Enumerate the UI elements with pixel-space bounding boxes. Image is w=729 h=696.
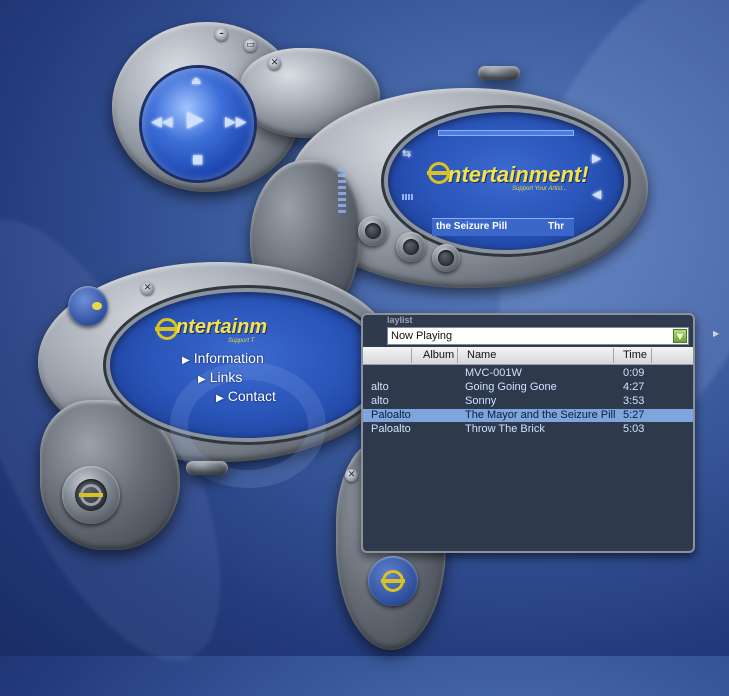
rewind-icon[interactable]: ◀◀ (151, 115, 173, 129)
row-artist: Paloalto (371, 409, 411, 421)
row-name: Going Going Gone (465, 381, 557, 393)
entertainment-logo-icon (427, 162, 451, 184)
table-row[interactable]: alto Sonny 3:53 (363, 395, 693, 408)
minimize-button[interactable]: – (215, 28, 228, 41)
triangle-right-icon: ▶ (216, 393, 224, 404)
menu-item-contact[interactable]: ▶ Contact (216, 388, 276, 404)
next-track-icon[interactable]: ▶ (592, 152, 601, 164)
player-brand-title: ntertainment! (448, 162, 589, 187)
playlist-window: laylist Now Playing ▼ Album Name Time MV… (361, 313, 695, 553)
playlist-selector-value: Now Playing (391, 330, 453, 342)
row-name: Sonny (465, 395, 497, 407)
column-header-album[interactable]: Album (423, 349, 454, 361)
row-time: 3:53 (623, 395, 645, 407)
menu-item-information[interactable]: ▶ Information (182, 350, 264, 366)
volume-bars-icon (402, 194, 414, 200)
table-row[interactable]: MVC-001W 0:09 (363, 367, 693, 380)
triangle-right-icon: ▶ (198, 374, 206, 385)
playlist-body: MVC-001W 0:09 alto Going Going Gone 4:27… (363, 365, 693, 547)
menu-item-links[interactable]: ▶ Links (198, 369, 242, 385)
menu-logo-button[interactable] (62, 466, 120, 524)
row-name: Throw The Brick (465, 423, 545, 435)
menu-screen: ntertainm Support T ▶ Information ▶ Links … (110, 292, 382, 488)
stop-icon[interactable]: ■ (192, 153, 203, 165)
play-icon[interactable]: ▶ (187, 109, 204, 131)
table-row[interactable]: alto Going Going Gone 4:27 (363, 381, 693, 394)
triangle-right-icon: ▶ (182, 355, 190, 366)
column-header-name[interactable]: Name (467, 349, 496, 361)
row-time: 4:27 (623, 381, 645, 393)
close-button[interactable]: ✕ (268, 57, 281, 70)
knob-indicator (92, 302, 102, 310)
playlist-close-button[interactable]: ✕ (345, 469, 358, 482)
row-artist: Paloalto (371, 423, 411, 435)
eject-icon[interactable]: ⏏ (191, 75, 201, 86)
column-divider[interactable] (651, 348, 652, 363)
logo-emblem-icon (79, 484, 103, 506)
row-time: 0:09 (623, 367, 645, 379)
expand-arrow-icon[interactable]: ▶ (713, 329, 719, 338)
menu-brand-title: ntertainm (176, 316, 268, 338)
equalizer-button[interactable] (396, 232, 426, 262)
level-leds (338, 168, 346, 214)
transport-disc: ⏏ ◀◀ ▶ ▶▶ ■ (142, 68, 254, 180)
menu-shade-button[interactable] (186, 461, 228, 475)
fast-forward-icon[interactable]: ▶▶ (225, 115, 247, 129)
menu-knob-button[interactable] (68, 286, 108, 326)
shade-button[interactable] (478, 66, 520, 80)
playlist-header: Album Name Time (363, 347, 693, 365)
options-button[interactable] (358, 216, 388, 246)
row-name: The Mayor and the Seizure Pill (465, 409, 616, 421)
column-divider[interactable] (613, 348, 614, 363)
logo-emblem-icon (381, 570, 405, 592)
table-row-selected[interactable]: Paloalto The Mayor and the Seizure Pill … (363, 409, 693, 422)
playlist-selector[interactable]: Now Playing ▼ (387, 327, 689, 345)
song-ticker-tail: Thr (548, 221, 565, 232)
player-tagline: Support Your Artist... (512, 186, 568, 192)
display-screen: ⇆ ▶ ◀ ntertainment! Support Your Artist.… (388, 112, 624, 250)
table-row[interactable]: Paloalto Throw The Brick 5:03 (363, 423, 693, 436)
previous-track-icon[interactable]: ◀ (592, 188, 601, 200)
desktop-background: – ▭ ✕ ⏏ ◀◀ ▶ ▶▶ ■ ⇆ ▶ ◀ ntertainment! Su… (0, 0, 729, 696)
restore-button[interactable]: ▭ (244, 39, 257, 52)
repeat-icon[interactable]: ⇆ (402, 148, 411, 159)
playlist-toggle-button[interactable] (432, 244, 460, 272)
chevron-down-icon[interactable]: ▼ (673, 329, 687, 343)
seek-bar[interactable] (438, 130, 574, 136)
row-artist: alto (371, 395, 389, 407)
column-divider[interactable] (457, 348, 458, 363)
menu-close-button[interactable]: ✕ (141, 282, 154, 295)
column-header-time[interactable]: Time (623, 349, 647, 361)
row-time: 5:27 (623, 409, 645, 421)
row-time: 5:03 (623, 423, 645, 435)
song-ticker-text: the Seizure Pill (436, 221, 508, 232)
column-divider[interactable] (411, 348, 412, 363)
playlist-logo-button[interactable] (368, 556, 418, 606)
menu-logo-icon (155, 318, 179, 340)
row-name: MVC-001W (465, 367, 522, 379)
song-ticker: the Seizure Pill Thr (432, 218, 574, 236)
menu-tagline: Support T (228, 338, 255, 344)
playlist-title: laylist (387, 315, 413, 325)
row-artist: alto (371, 381, 389, 393)
